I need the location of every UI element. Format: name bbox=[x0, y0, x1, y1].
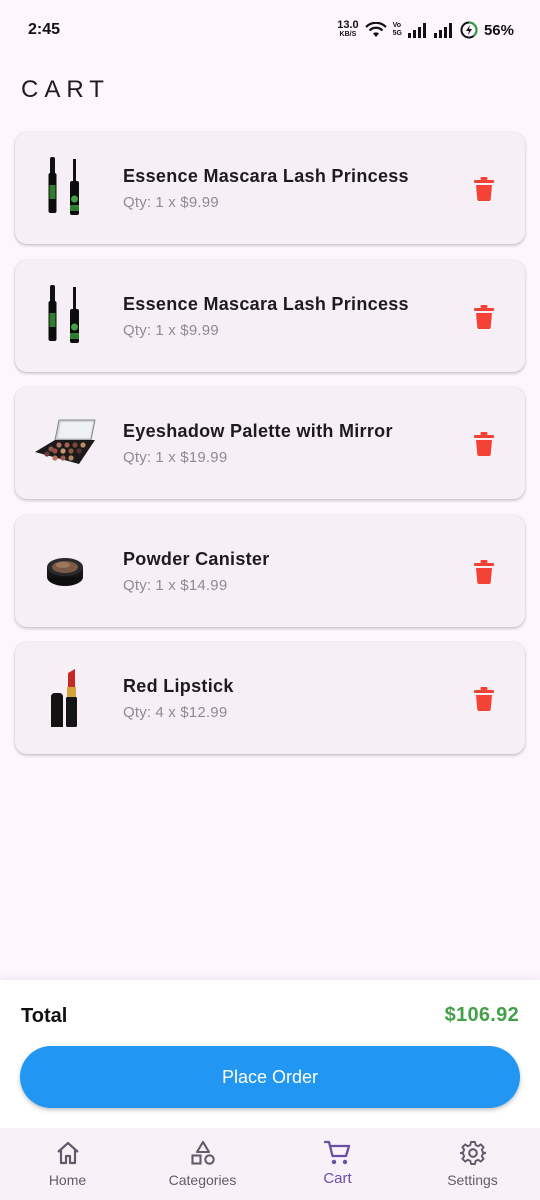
qty-value: 4 x $12.99 bbox=[155, 704, 228, 721]
qty-value: 1 x $9.99 bbox=[155, 194, 219, 211]
home-icon bbox=[55, 1139, 81, 1167]
item-info: Eyeshadow Palette with Mirror Qty: 1 x $… bbox=[123, 421, 393, 466]
delete-button[interactable] bbox=[471, 558, 497, 586]
trash-icon bbox=[474, 177, 494, 201]
signal-icon bbox=[407, 22, 428, 38]
item-info: Powder Canister Qty: 1 x $14.99 bbox=[123, 549, 270, 594]
qty-label: Qty: bbox=[123, 576, 152, 594]
status-time: 2:45 bbox=[28, 21, 61, 38]
status-icons: 13.0 KB/S Vo 5G 56% bbox=[337, 19, 514, 39]
nav-item-settings[interactable]: Settings bbox=[405, 1128, 540, 1200]
qty-label: Qty: bbox=[123, 704, 152, 721]
item-info: Essence Mascara Lash Princess Qty: 1 x $… bbox=[123, 294, 409, 339]
item-name: Red Lipstick bbox=[123, 676, 234, 696]
cart-item[interactable]: Essence Mascara Lash Princess Qty: 1 x $… bbox=[15, 132, 525, 244]
bottom-nav: Home Categories Cart Settings bbox=[0, 1128, 540, 1200]
item-quantity: Qty: 1 x $9.99 bbox=[123, 194, 409, 211]
trash-icon bbox=[474, 304, 494, 329]
trash-icon bbox=[474, 687, 494, 711]
nav-item-cart[interactable]: Cart bbox=[270, 1128, 405, 1200]
cart-item[interactable]: Essence Mascara Lash Princess Qty: 1 x $… bbox=[15, 259, 525, 372]
nav-label-categories: Categories bbox=[168, 1172, 237, 1188]
qty-label: Qty: bbox=[123, 449, 152, 466]
place-order-button[interactable]: Place Order bbox=[20, 1046, 520, 1108]
trash-icon bbox=[474, 432, 494, 456]
trash-icon bbox=[474, 559, 494, 584]
nav-item-categories[interactable]: Categories bbox=[135, 1128, 270, 1200]
nav-label-cart: Cart bbox=[323, 1170, 352, 1187]
qty-label: Qty: bbox=[123, 321, 152, 339]
qty-value: 1 x $19.99 bbox=[155, 449, 228, 466]
page-title: CART bbox=[21, 76, 110, 103]
total-label: Total bbox=[21, 1005, 68, 1027]
item-name: Essence Mascara Lash Princess bbox=[123, 293, 409, 314]
network-speed-unit: KB/S bbox=[339, 31, 357, 38]
qty-label: Qty: bbox=[123, 194, 152, 211]
battery-percent: 56% bbox=[483, 21, 514, 39]
item-quantity: Qty: 1 x $14.99 bbox=[123, 577, 270, 594]
total-value: $106.92 bbox=[444, 1004, 519, 1026]
powder-canister-icon bbox=[33, 535, 97, 607]
delete-button[interactable] bbox=[471, 430, 497, 458]
item-info: Red Lipstick Qty: 4 x $12.99 bbox=[123, 676, 234, 721]
lipstick-icon bbox=[33, 662, 97, 734]
cart-item[interactable]: Powder Canister Qty: 1 x $14.99 bbox=[15, 514, 525, 627]
signal-icon-secondary bbox=[433, 22, 454, 38]
nav-label-settings: Settings bbox=[447, 1172, 498, 1188]
item-name: Powder Canister bbox=[123, 548, 270, 569]
network-speed-value: 13.0 bbox=[337, 19, 359, 31]
volte-indicator: Vo 5G bbox=[393, 22, 402, 38]
item-name: Eyeshadow Palette with Mirror bbox=[123, 421, 393, 441]
qty-value: 1 x $9.99 bbox=[155, 321, 219, 339]
qty-value: 1 x $14.99 bbox=[155, 576, 228, 594]
delete-button[interactable] bbox=[471, 175, 497, 203]
item-quantity: Qty: 4 x $12.99 bbox=[123, 704, 234, 721]
status-bar: 2:45 13.0 KB/S Vo 5G 56% bbox=[0, 0, 540, 60]
item-name: Essence Mascara Lash Princess bbox=[123, 166, 409, 186]
item-quantity: Qty: 1 x $9.99 bbox=[123, 322, 409, 339]
volte-bottom: 5G bbox=[392, 30, 402, 37]
delete-button[interactable] bbox=[471, 685, 497, 713]
delete-button[interactable] bbox=[471, 303, 497, 331]
cart-item[interactable]: Eyeshadow Palette with Mirror Qty: 1 x $… bbox=[15, 387, 525, 499]
battery-icon bbox=[460, 21, 478, 39]
cart-list: Essence Mascara Lash Princess Qty: 1 x $… bbox=[15, 132, 525, 770]
nav-label-home: Home bbox=[48, 1172, 87, 1188]
wifi-icon bbox=[364, 22, 387, 38]
volte-top: Vo bbox=[392, 22, 402, 29]
eyeshadow-palette-icon bbox=[33, 407, 97, 479]
categories-icon bbox=[190, 1139, 216, 1167]
nav-item-home[interactable]: Home bbox=[0, 1128, 135, 1200]
item-quantity: Qty: 1 x $19.99 bbox=[123, 449, 393, 466]
network-speed: 13.0 KB/S bbox=[337, 19, 359, 39]
gear-icon bbox=[459, 1139, 486, 1167]
cart-item[interactable]: Red Lipstick Qty: 4 x $12.99 bbox=[15, 642, 525, 754]
mascara-icon bbox=[33, 280, 97, 352]
item-info: Essence Mascara Lash Princess Qty: 1 x $… bbox=[123, 166, 409, 211]
cart-icon bbox=[323, 1139, 352, 1167]
total-panel: Total $106.92 Place Order bbox=[0, 980, 540, 1128]
mascara-icon bbox=[33, 152, 97, 224]
